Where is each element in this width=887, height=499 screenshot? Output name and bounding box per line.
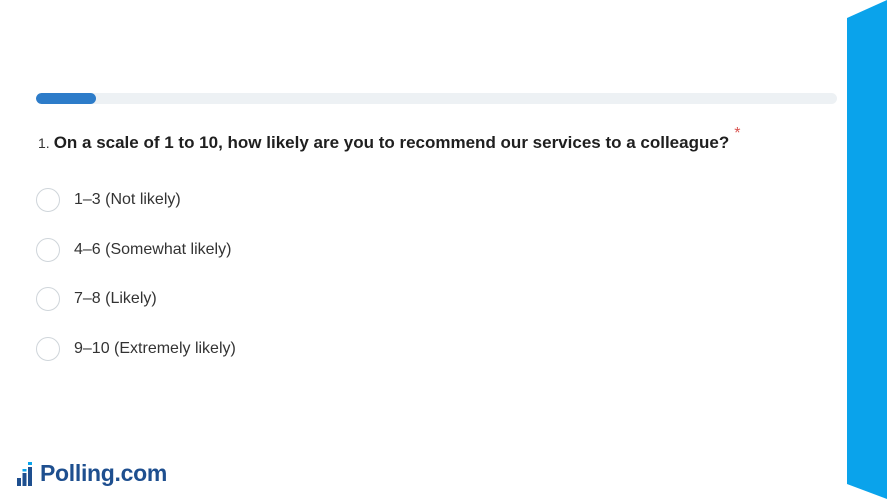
option-not-likely[interactable]: 1–3 (Not likely) (36, 184, 236, 216)
option-label: 4–6 (Somewhat likely) (74, 240, 232, 258)
option-label: 1–3 (Not likely) (74, 191, 181, 208)
radio-button[interactable] (36, 237, 60, 262)
question-number: 1. (38, 135, 50, 151)
bar-chart-stairs-icon (17, 461, 32, 486)
question-1: 1. On a scale of 1 to 10, how likely are … (38, 125, 740, 153)
radio-button[interactable] (36, 188, 60, 212)
radio-button[interactable] (36, 336, 60, 361)
required-asterisk: * (734, 125, 741, 142)
progress-bar (36, 93, 837, 104)
side-accent-bar (847, 0, 887, 499)
option-label: 9–10 (Extremely likely) (74, 339, 236, 357)
option-somewhat-likely[interactable]: 4–6 (Somewhat likely) (36, 234, 236, 266)
option-extremely-likely[interactable]: 9–10 (Extremely likely) (36, 333, 236, 365)
brand-logo: Polling.com (16, 460, 167, 487)
answer-options: 1–3 (Not likely) 4–6 (Somewhat likely) 7… (36, 184, 236, 382)
progress-bar-fill (36, 93, 97, 104)
brand-name: Polling.com (40, 460, 168, 486)
option-likely[interactable]: 7–8 (Likely) (36, 283, 236, 315)
radio-button[interactable] (36, 287, 60, 311)
option-label: 7–8 (Likely) (74, 290, 157, 307)
question-text: On a scale of 1 to 10, how likely are yo… (53, 133, 730, 152)
